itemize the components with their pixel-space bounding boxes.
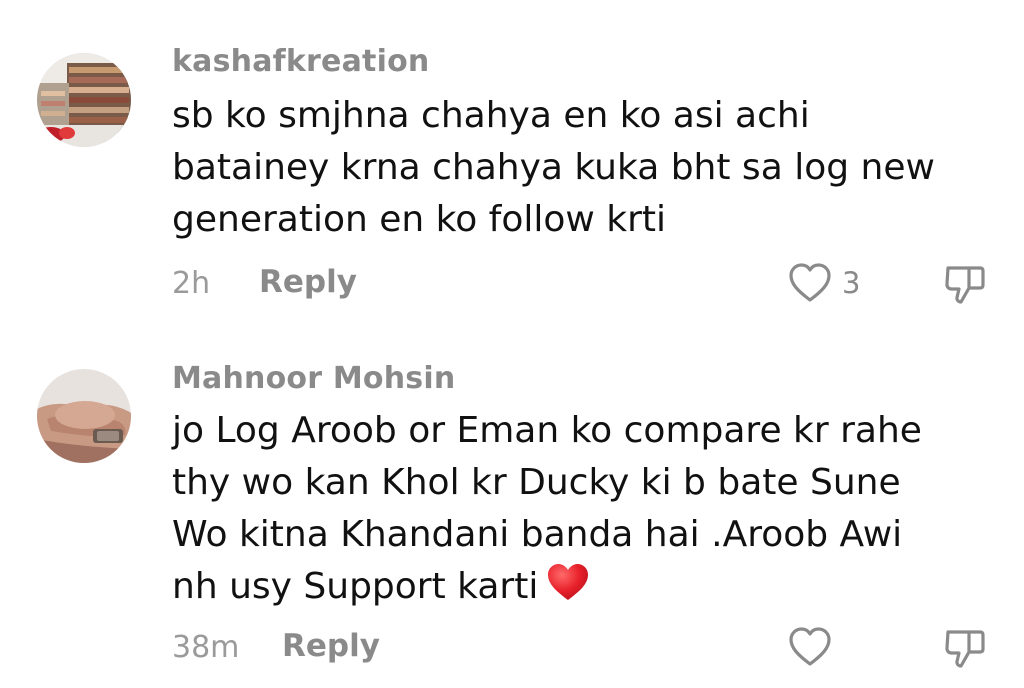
red-heart-emoji-icon [546,562,590,617]
timestamp: 2h [172,266,211,301]
dislike-button[interactable] [942,262,988,308]
comment-text-line-content: nh usy Support karti [172,566,539,607]
comment-text-line: jo Log Aroob or Eman ko compare kr rahe [172,410,922,451]
heart-outline-icon [789,627,831,666]
dislike-button[interactable] [942,626,988,672]
comment-text-line: batainey krna chahya kuka bht sa log new [172,147,935,188]
like-button[interactable] [788,262,832,304]
thumbs-down-icon [945,630,985,668]
reply-button[interactable]: Reply [259,264,357,300]
holding-hands-photo-icon [37,369,131,463]
avatar[interactable] [37,369,131,463]
like-button[interactable] [788,626,832,668]
comment-text-line: generation en ko follow krti [172,199,667,240]
reply-button[interactable]: Reply [282,628,380,664]
store-shelves-photo-icon [37,53,131,147]
comment-text: sb ko smjhna chahya en ko asi achi batai… [172,90,992,246]
heart-outline-icon [789,263,831,302]
avatar[interactable] [37,53,131,147]
comment-text-line: nh usy Support karti [172,561,992,617]
timestamp: 38m [172,630,240,665]
comment-text-line: sb ko smjhna chahya en ko asi achi [172,95,810,136]
username[interactable]: kashafkreation [172,44,429,79]
comment-text-line: thy wo kan Khol kr Ducky ki b bate Sune [172,462,901,503]
thumbs-down-icon [945,266,985,304]
like-count: 3 [842,266,861,300]
comment-meta-row: 2h Reply 3 [0,262,1024,306]
comment-text: jo Log Aroob or Eman ko compare kr rahe … [172,405,992,617]
comment-meta-row: 38m Reply [0,626,1024,670]
comment-text-line: Wo kitna Khandani banda hai .Aroob Awi [172,514,903,555]
username[interactable]: Mahnoor Mohsin [172,361,455,396]
